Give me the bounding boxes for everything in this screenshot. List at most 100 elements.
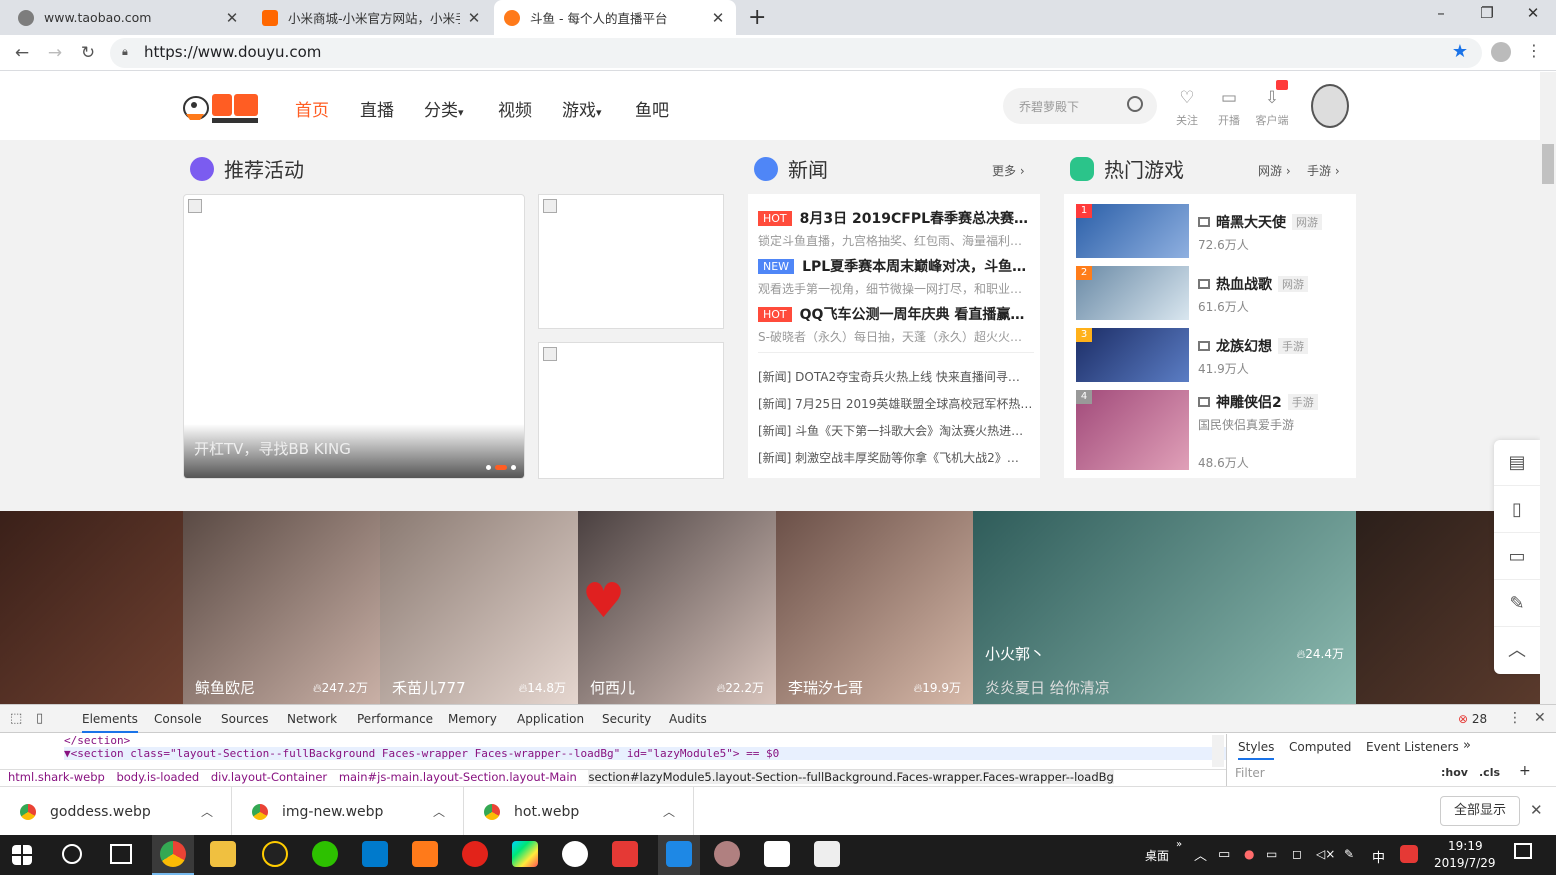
breadcrumb-item[interactable]: div.layout-Container <box>211 770 327 784</box>
tray-battery-icon[interactable]: ▭ <box>1266 847 1277 861</box>
devtools-tab-performance[interactable]: Performance <box>357 712 433 726</box>
carousel-dot[interactable] <box>486 465 491 470</box>
qq-icon[interactable] <box>262 841 288 867</box>
bookmark-star-icon[interactable]: ★ <box>1452 41 1468 62</box>
profile-avatar-icon[interactable] <box>1491 42 1511 62</box>
browser-tab-xiaomi[interactable]: 小米商城-小米官方网站，小米手 ✕ <box>252 0 492 35</box>
news-headline[interactable]: NEW LPL夏季赛本周末巅峰对决，斗鱼… <box>758 256 1034 276</box>
hov-toggle[interactable]: :hov <box>1441 766 1468 779</box>
close-download-bar-icon[interactable]: ✕ <box>1530 801 1543 819</box>
news-list-item[interactable]: [新闻] 刺激空战丰厚奖励等你拿《飞机大战2》… <box>758 449 1034 466</box>
news-more-link[interactable]: 更多 › <box>992 162 1025 179</box>
download-item[interactable]: img-new.webp ︿ <box>232 787 464 836</box>
activity-carousel[interactable]: 开杠TV，寻找BB KING <box>183 194 525 479</box>
avatar-app-icon[interactable] <box>714 841 740 867</box>
vscode-icon[interactable] <box>362 841 388 867</box>
tray-expand-icon[interactable]: ︿ <box>1194 845 1207 864</box>
reload-icon[interactable]: ↻ <box>77 42 99 64</box>
browser-tab-douyu[interactable]: 斗鱼 - 每个人的直播平台 ✕ <box>494 0 736 35</box>
devtools-tab-elements[interactable]: Elements <box>82 712 138 733</box>
device-toolbar-icon[interactable]: ▯ <box>36 711 43 726</box>
game-name[interactable]: 龙族幻想 手游 <box>1198 336 1308 356</box>
ime-indicator[interactable]: 中 <box>1372 847 1385 866</box>
start-stream-button[interactable]: ▭ 开播 <box>1214 88 1244 128</box>
mobile-app-icon[interactable]: ▯ <box>1494 487 1540 533</box>
show-all-downloads-button[interactable]: 全部显示 <box>1440 796 1520 826</box>
elements-tree[interactable]: </section> ▼<section class="layout-Secti… <box>0 734 1226 769</box>
chevron-up-icon[interactable]: ︿ <box>201 803 213 820</box>
sogou-ime-icon[interactable] <box>1400 845 1418 863</box>
devtools-tab-audits[interactable]: Audits <box>669 712 707 726</box>
streamer-card-featured[interactable]: 小火郭丶 🔥︎24.4万 炎炎夏日 给你清凉 <box>973 511 1356 704</box>
chevron-up-icon[interactable]: ︿ <box>663 803 675 820</box>
news-list-item[interactable]: [新闻] DOTA2夺宝奇兵火热上线 快来直播间寻… <box>758 368 1034 385</box>
minimize-button[interactable]: – <box>1418 4 1464 28</box>
devtools-close-icon[interactable]: ✕ <box>1534 710 1546 726</box>
cls-toggle[interactable]: .cls <box>1479 766 1500 779</box>
carousel-dot[interactable] <box>495 465 507 470</box>
nav-games[interactable]: 游戏▾ <box>562 96 602 121</box>
search-icon[interactable] <box>1127 96 1143 112</box>
cortana-search-icon[interactable] <box>62 844 82 864</box>
breadcrumb-item[interactable]: main#js-main.layout-Section.layout-Main <box>339 770 577 784</box>
dom-node-line[interactable]: </section> <box>64 734 1226 747</box>
breadcrumb-item-selected[interactable]: section#lazyModule5.layout-Section--full… <box>588 770 1114 784</box>
activity-banner-2[interactable] <box>538 342 724 479</box>
douyu-logo[interactable] <box>182 88 262 124</box>
game-thumbnail[interactable]: 1 <box>1076 204 1189 258</box>
pc-client-icon[interactable]: ▤ <box>1494 440 1540 486</box>
new-rule-icon[interactable]: + <box>1519 763 1531 779</box>
news-list-item[interactable]: [新闻] 斗鱼《天下第一抖歌大会》淘汰赛火热进… <box>758 422 1034 439</box>
event-listeners-tab[interactable]: Event Listeners <box>1366 740 1459 754</box>
streamer-card[interactable]: 李瑞汐七哥 🔥︎19.9万 <box>776 511 973 704</box>
close-tab-icon[interactable]: ✕ <box>224 9 240 27</box>
game-thumbnail[interactable]: 2 <box>1076 266 1189 320</box>
tray-pen-icon[interactable]: ✎ <box>1344 847 1354 861</box>
address-bar[interactable]: 🔒︎ https://www.douyu.com ★ <box>110 38 1482 68</box>
close-tab-icon[interactable]: ✕ <box>710 9 726 27</box>
activity-banner-1[interactable] <box>538 194 724 329</box>
start-windows-icon[interactable] <box>12 845 32 865</box>
tray-volume-icon[interactable]: ◁× <box>1316 847 1335 861</box>
feishu-like-icon[interactable] <box>666 841 692 867</box>
close-tab-icon[interactable]: ✕ <box>466 9 482 27</box>
media-player-icon[interactable] <box>512 841 538 867</box>
breadcrumb-item[interactable]: body.is-loaded <box>116 770 199 784</box>
site-search[interactable]: 乔碧萝殿下 <box>1003 88 1157 124</box>
tray-app-icon[interactable]: ● <box>1244 847 1254 861</box>
task-view-icon[interactable] <box>110 844 132 864</box>
game-name[interactable]: 热血战歌 网游 <box>1198 274 1308 294</box>
clock-date[interactable]: 2019/7/29 <box>1434 856 1496 870</box>
mobile-games-link[interactable]: 手游 › <box>1307 162 1340 179</box>
nav-home[interactable]: 首页 <box>295 96 329 121</box>
file-explorer-icon[interactable] <box>210 841 236 867</box>
back-arrow-icon[interactable]: ← <box>11 42 33 64</box>
carousel-dots[interactable] <box>486 465 516 470</box>
devtools-tab-memory[interactable]: Memory <box>448 712 497 726</box>
calculator-icon[interactable] <box>814 841 840 867</box>
devtools-tab-security[interactable]: Security <box>602 712 651 726</box>
error-counter[interactable]: ⊗ 28 <box>1458 712 1487 726</box>
user-avatar[interactable] <box>1311 84 1349 128</box>
forward-arrow-icon[interactable]: → <box>44 42 66 64</box>
more-tabs-icon[interactable]: » <box>1463 738 1471 753</box>
maximize-button[interactable]: ❐ <box>1464 4 1510 28</box>
menu-kebab-icon[interactable]: ⋮ <box>1526 41 1542 60</box>
game-thumbnail[interactable]: 4 <box>1076 390 1189 470</box>
clock-time[interactable]: 19:19 <box>1448 839 1483 853</box>
close-window-button[interactable]: ✕ <box>1510 4 1556 28</box>
chrome-icon[interactable] <box>160 841 186 867</box>
carousel-dot[interactable] <box>511 465 516 470</box>
devtools-tab-console[interactable]: Console <box>154 712 202 726</box>
steam-like-icon[interactable] <box>562 841 588 867</box>
action-center-icon[interactable] <box>1514 843 1532 859</box>
elements-scrollbar[interactable] <box>1212 735 1224 767</box>
dom-node-line-selected[interactable]: ▼<section class="layout-Section--fullBac… <box>64 747 1226 760</box>
tray-network-icon[interactable]: ◻ <box>1292 847 1302 861</box>
new-tab-button[interactable]: + <box>748 5 766 30</box>
desktop-toolbar-label[interactable]: 桌面 <box>1145 847 1169 864</box>
back-to-top-icon[interactable]: ︿ <box>1494 628 1540 674</box>
haidao-app-icon[interactable] <box>612 841 638 867</box>
page-scrollbar[interactable] <box>1540 72 1556 704</box>
toolbar-chevron-icon[interactable]: » <box>1176 839 1182 850</box>
